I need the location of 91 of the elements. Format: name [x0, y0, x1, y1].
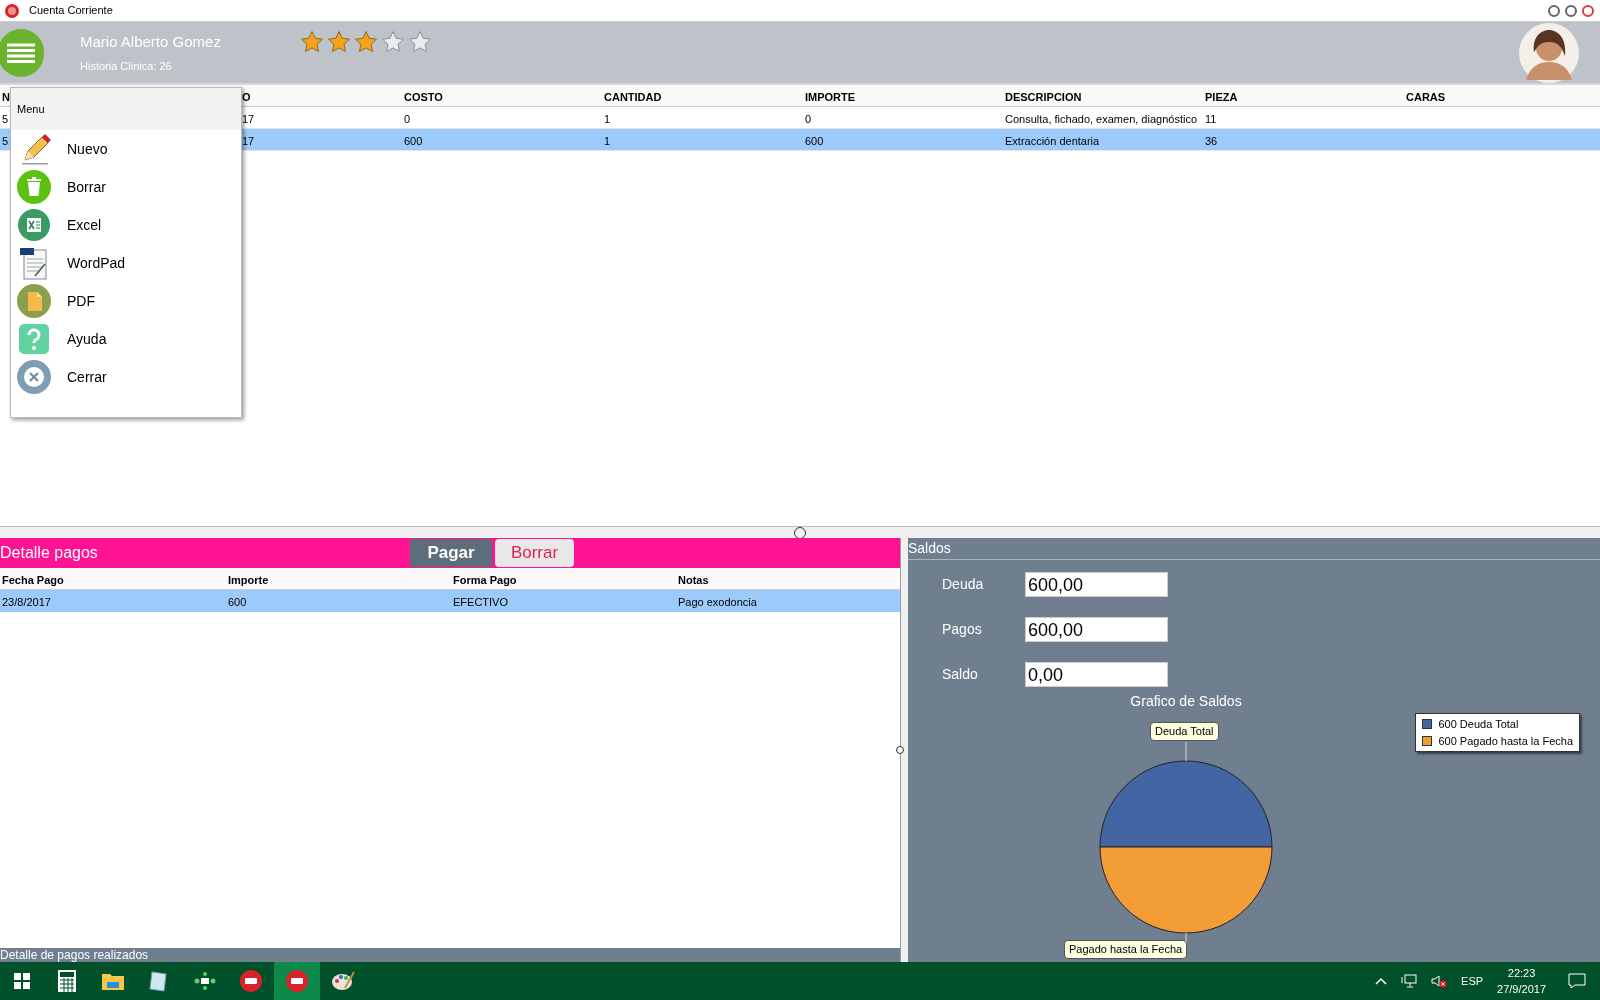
minimize-button[interactable]	[1548, 4, 1560, 17]
table-cell: Consulta, fichado, examen, diagnóstico	[1005, 112, 1197, 125]
table-cell: 23/8/2017	[2, 596, 51, 608]
table-cell: Extracción dentaria	[1005, 134, 1100, 147]
menu-item[interactable]: WordPad	[11, 244, 241, 282]
chart-title: Grafico de Saldos	[1130, 692, 1242, 711]
panel-title: Detalle pagos	[0, 543, 98, 563]
close-icon	[17, 360, 51, 394]
column-header: CANTIDAD	[604, 90, 662, 103]
table-cell: 17	[242, 112, 255, 125]
maximize-button[interactable]	[1565, 4, 1577, 17]
column-header: IMPORTE	[805, 90, 856, 103]
star-filled-icon	[327, 30, 351, 54]
windows-icon	[14, 973, 30, 989]
table-cell: 600	[404, 134, 423, 147]
table-cell: 0	[805, 112, 812, 125]
panel-title: Saldos	[908, 539, 951, 558]
star-filled-icon	[300, 30, 324, 54]
leader-line	[1185, 741, 1187, 762]
chevron-up-icon[interactable]	[1375, 977, 1388, 985]
column-header: DESCRIPCION	[1005, 90, 1082, 103]
pay-button[interactable]: Pagar	[410, 539, 492, 567]
table-cell: EFECTIVO	[453, 596, 508, 608]
menu-item[interactable]: Cerrar	[11, 358, 241, 396]
notifications-icon[interactable]	[1568, 973, 1586, 989]
table-cell: 600	[228, 596, 247, 608]
value-field[interactable]: 600,00	[1025, 572, 1168, 597]
trash-icon	[17, 170, 51, 204]
star-empty-icon	[381, 30, 405, 54]
column-header: Forma Pago	[453, 573, 517, 586]
column-header: COSTO	[404, 90, 443, 103]
clock-date[interactable]: 27/9/2017	[1497, 981, 1546, 998]
app-logo-icon	[285, 969, 309, 993]
window-title: Cuenta Corriente	[29, 3, 113, 19]
column-header: N	[2, 90, 10, 103]
pdf-file-icon	[17, 284, 51, 318]
patient-name: Mario Alberto Gomez	[80, 32, 222, 52]
column-header: Importe	[228, 573, 269, 586]
field-label: Saldo	[942, 665, 979, 684]
table-cell: Pago exodoncia	[678, 596, 757, 608]
menu-item[interactable]: PDF	[11, 282, 241, 320]
slice-label: Deuda Total	[1150, 722, 1219, 741]
table-cell: 1	[604, 134, 611, 147]
palette-icon	[331, 970, 355, 992]
muted-speaker-icon[interactable]	[1431, 974, 1448, 988]
app-logo-icon	[239, 969, 263, 993]
star-empty-icon	[408, 30, 432, 54]
close-button[interactable]	[1582, 4, 1594, 17]
avatar	[1518, 21, 1580, 84]
status-text: Detalle de pagos realizados	[0, 948, 149, 962]
star-filled-icon	[354, 30, 378, 54]
field-label: Pagos	[942, 620, 983, 639]
menu-item[interactable]: Ayuda	[11, 320, 241, 358]
menu-icon	[7, 42, 35, 63]
menu-item[interactable]: Excel	[11, 206, 241, 244]
slice-label: Pagado hasta la Fecha	[1064, 940, 1188, 959]
value-field[interactable]: 0,00	[1025, 662, 1168, 687]
table-cell: 5	[2, 134, 9, 147]
value-field[interactable]: 600,00	[1025, 617, 1168, 642]
column-header: O	[242, 90, 251, 103]
dots-icon	[193, 971, 217, 991]
field-label: Deuda	[942, 575, 985, 594]
taskbar-app[interactable]	[274, 962, 320, 1000]
menu-button[interactable]	[0, 28, 44, 77]
folder-icon	[101, 971, 125, 991]
splitter-handle[interactable]	[794, 527, 806, 539]
legend-label: 600 Deuda Total	[1438, 717, 1519, 732]
table-cell: 17	[242, 134, 255, 147]
help-icon	[17, 322, 51, 356]
record-number: Historia Clinica: 26	[80, 58, 173, 74]
splitter-handle[interactable]	[896, 746, 904, 754]
table-cell: 11	[1205, 112, 1217, 125]
column-header: PIEZA	[1205, 90, 1238, 103]
table-cell: 1	[604, 112, 611, 125]
notepad-icon	[148, 970, 170, 992]
table-cell: 0	[404, 112, 411, 125]
table-cell: 5	[2, 112, 9, 125]
column-header: Fecha Pago	[2, 573, 64, 586]
table-row[interactable]: 23/8/2017 600 EFECTIVO Pago exodoncia	[0, 590, 900, 612]
delete-button[interactable]: Borrar	[495, 539, 574, 567]
calculator-icon	[57, 969, 77, 993]
language-indicator[interactable]: ESP	[1461, 972, 1484, 990]
table-cell: 36	[1205, 134, 1218, 147]
column-header: CARAS	[1406, 90, 1446, 103]
column-header: Notas	[678, 573, 709, 586]
legend-label: 600 Pagado hasta la Fecha	[1438, 733, 1573, 749]
menu-item[interactable]: Borrar	[11, 168, 241, 206]
clock-time[interactable]: 22:23	[1507, 964, 1536, 981]
network-icon[interactable]	[1401, 974, 1418, 988]
table-cell: 600	[805, 134, 824, 147]
spreadsheet-icon	[17, 208, 51, 242]
